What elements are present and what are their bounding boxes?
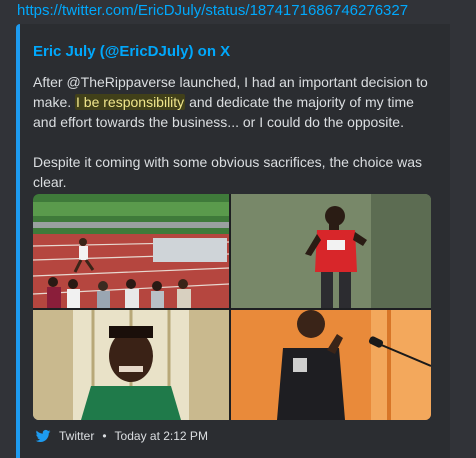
media-grid (33, 194, 431, 420)
embed-description: After @TheRippaverse launched, I had an … (33, 72, 438, 192)
description-paragraph-1: After @TheRippaverse launched, I had an … (33, 72, 438, 132)
media-image-green-shirt[interactable] (33, 310, 229, 420)
tweet-link[interactable]: https://twitter.com/EricDJuly/status/187… (17, 2, 408, 20)
footer-separator: • (102, 429, 107, 443)
media-image-track[interactable] (33, 194, 229, 308)
twitter-bird-icon (35, 428, 51, 444)
highlighted-text: I be responsibility (75, 94, 186, 110)
footer-provider: Twitter (59, 429, 95, 443)
embed-footer: Twitter • Today at 2:12 PM (35, 428, 208, 444)
embed-author[interactable]: Eric July (@EricDJuly) on X (33, 43, 230, 60)
media-image-microphone[interactable] (231, 310, 431, 420)
media-image-red-shirt[interactable] (231, 194, 431, 308)
twitter-embed: Eric July (@EricDJuly) on X After @TheRi… (16, 24, 450, 458)
description-paragraph-2: Despite it coming with some obvious sacr… (33, 154, 423, 190)
footer-timestamp: Today at 2:12 PM (114, 429, 208, 443)
